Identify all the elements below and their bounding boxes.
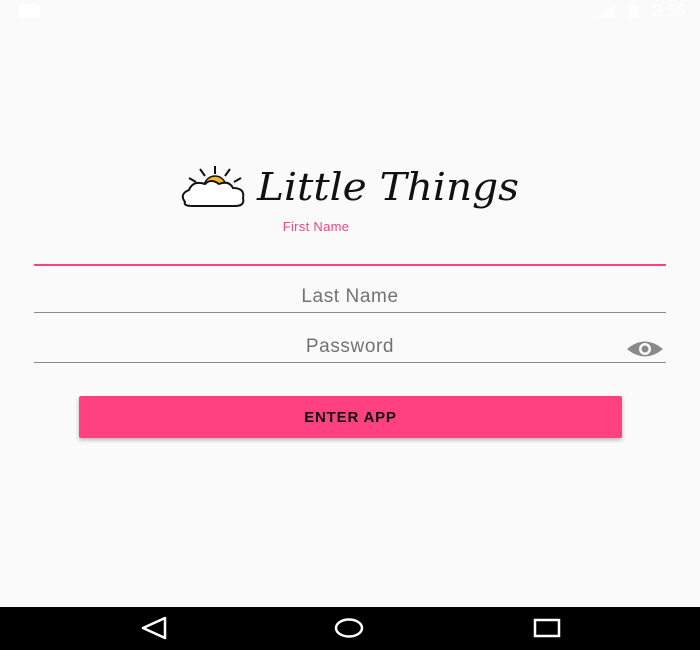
app-logo: Little Things	[175, 158, 525, 224]
eye-icon[interactable]	[626, 339, 664, 359]
battery-icon	[628, 4, 639, 18]
first-name-field[interactable]	[34, 236, 666, 266]
sun-cloud-icon	[181, 166, 245, 207]
logo-text: Little Things	[256, 165, 519, 209]
login-screen: 3:56 Little Things First Name Last Name …	[0, 0, 700, 650]
password-field[interactable]: Password	[34, 334, 666, 363]
last-name-placeholder[interactable]: Last Name	[34, 286, 666, 308]
status-bar: 3:56	[0, 0, 700, 22]
last-name-field[interactable]: Last Name	[34, 284, 666, 313]
signal-off-icon	[596, 4, 615, 18]
first-name-label: First Name	[282, 219, 350, 234]
recents-icon[interactable]	[532, 616, 562, 640]
status-time: 3:56	[652, 1, 686, 20]
home-icon[interactable]	[334, 616, 364, 640]
enter-app-button[interactable]: ENTER APP	[79, 396, 622, 438]
back-icon[interactable]	[139, 616, 169, 640]
navigation-bar	[0, 607, 700, 650]
notification-icon	[18, 4, 40, 18]
password-placeholder[interactable]: Password	[34, 336, 666, 358]
status-right-group: 3:56	[596, 1, 686, 21]
